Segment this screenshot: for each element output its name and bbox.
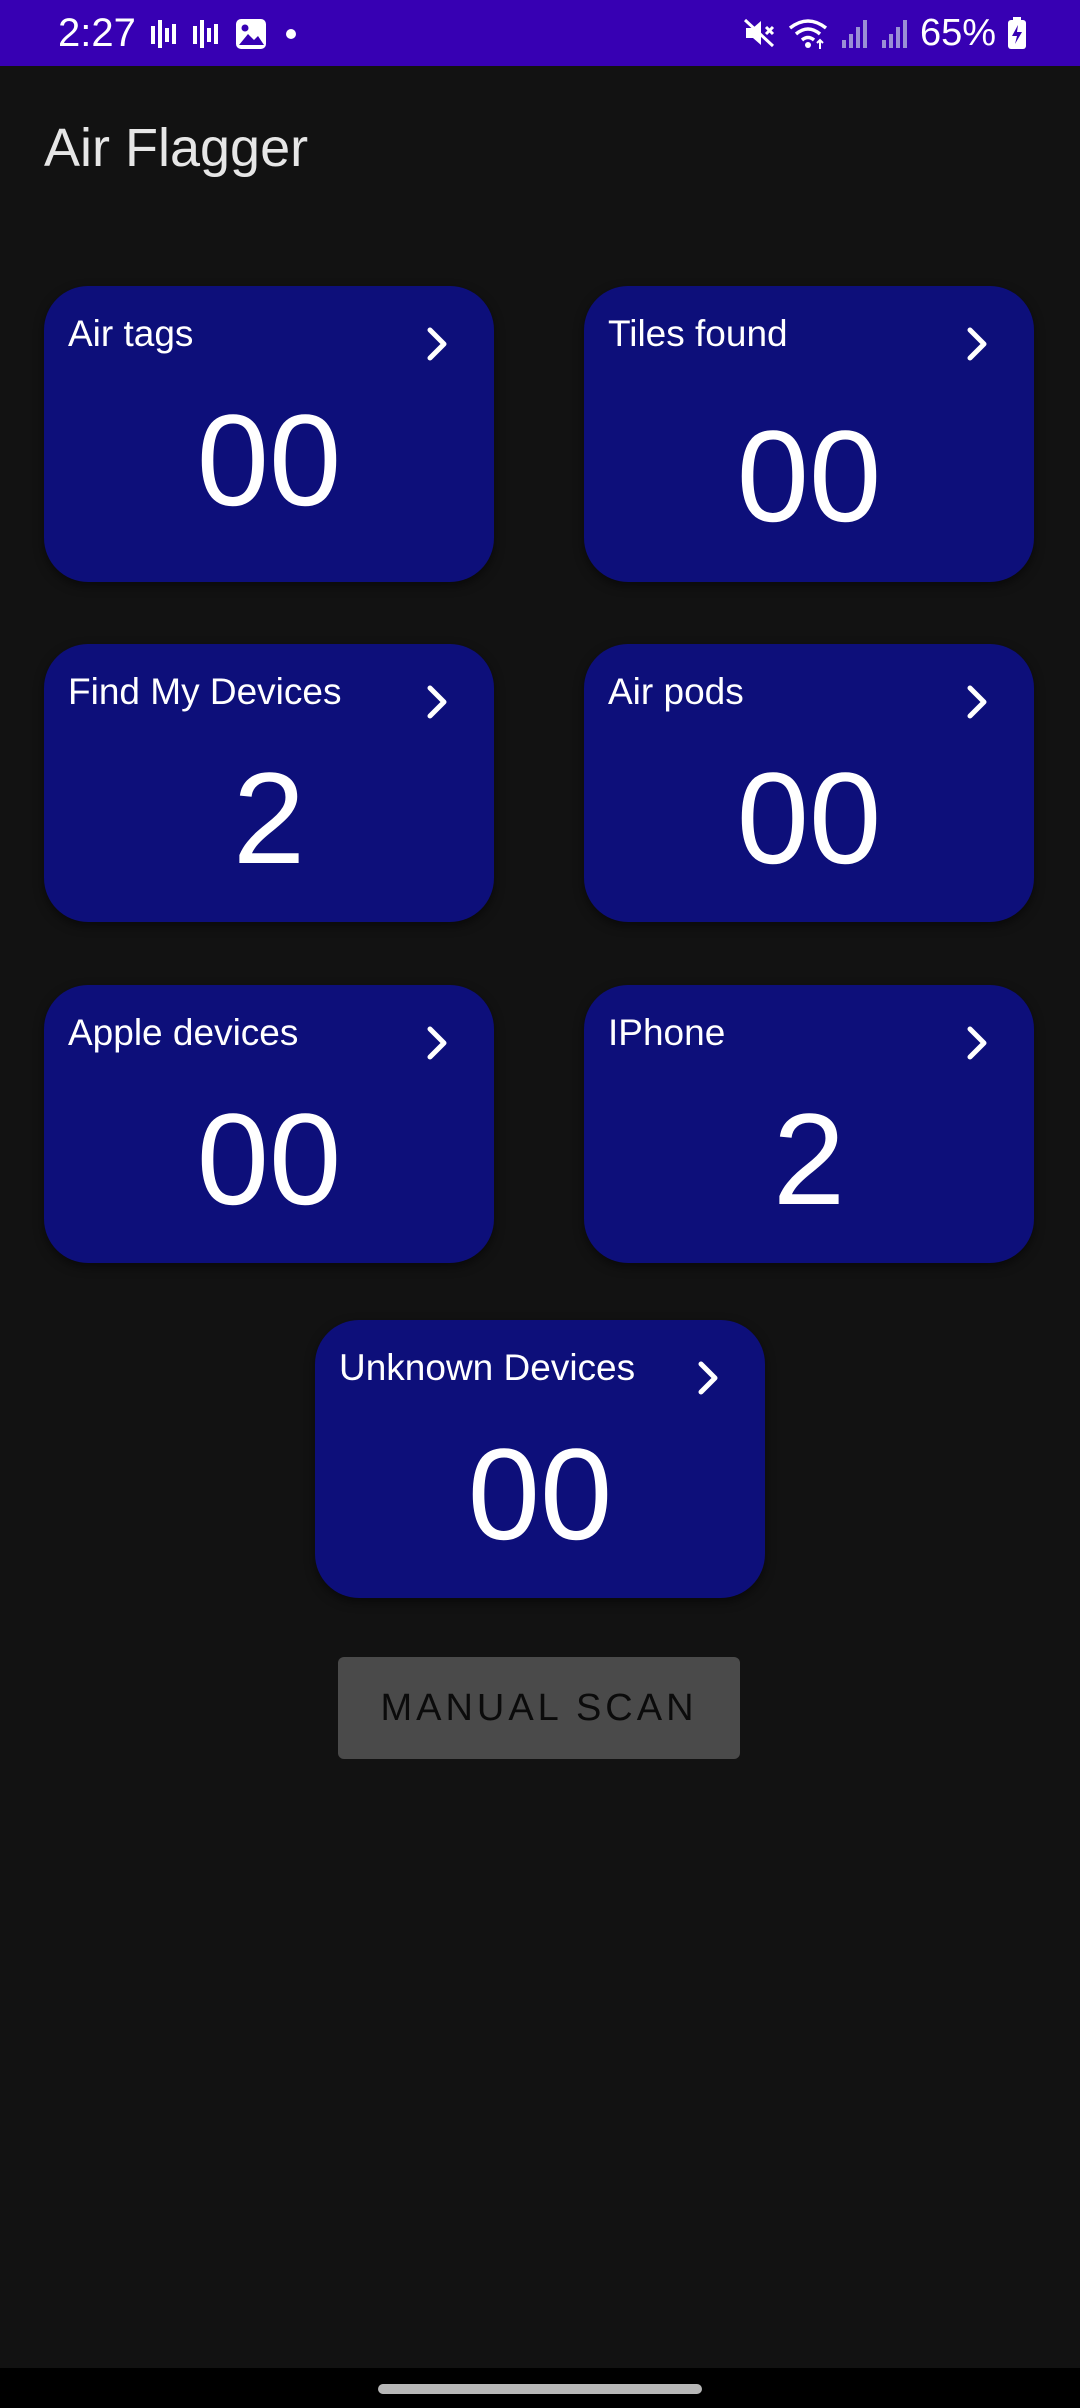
card-find-my-devices[interactable]: Find My Devices 2 — [44, 644, 494, 922]
card-label: Air tags — [68, 313, 194, 354]
chevron-right-icon — [427, 327, 447, 361]
card-air-tags[interactable]: Air tags 00 — [44, 286, 494, 582]
card-air-pods[interactable]: Air pods 00 — [584, 644, 1034, 922]
home-gesture-handle[interactable] — [378, 2384, 702, 2394]
card-tiles-found[interactable]: Tiles found 00 — [584, 286, 1034, 582]
card-apple-devices[interactable]: Apple devices 00 — [44, 985, 494, 1263]
chevron-right-icon — [967, 1026, 987, 1060]
gallery-icon — [236, 19, 266, 49]
chevron-right-icon — [698, 1361, 718, 1395]
card-label: Apple devices — [68, 1012, 299, 1053]
chevron-right-icon — [967, 685, 987, 719]
manual-scan-button[interactable]: MANUAL SCAN — [338, 1657, 740, 1759]
battery-charging-icon — [1008, 17, 1026, 49]
card-count: 00 — [736, 403, 882, 549]
card-iphone[interactable]: IPhone 2 — [584, 985, 1034, 1263]
mute-icon — [743, 18, 774, 48]
chevron-right-icon — [427, 685, 447, 719]
signal-bars-icon — [151, 20, 176, 48]
status-bar: 2:27 65% — [0, 0, 1080, 66]
status-notification-icons — [150, 16, 300, 52]
card-count: 00 — [736, 745, 882, 891]
signal-bars-icon — [193, 20, 218, 48]
card-count: 2 — [232, 745, 306, 891]
chevron-right-icon — [967, 327, 987, 361]
card-label: Unknown Devices — [339, 1347, 636, 1388]
card-label: Air pods — [608, 671, 744, 712]
app-title: Air Flagger — [44, 118, 309, 178]
card-count: 00 — [196, 387, 342, 533]
screen: 2:27 65% Air Flagger Air tags 00 Tiles f… — [0, 0, 1080, 2408]
card-count: 00 — [467, 1421, 613, 1567]
card-count: 2 — [772, 1086, 846, 1232]
status-time: 2:27 — [58, 11, 136, 55]
navigation-bar — [0, 2368, 1080, 2408]
card-unknown-devices[interactable]: Unknown Devices 00 — [315, 1320, 765, 1598]
dot-icon — [286, 29, 296, 39]
wifi-icon — [788, 19, 828, 49]
cell-signal-icon — [841, 20, 867, 48]
card-label: IPhone — [608, 1012, 726, 1053]
status-system-icons: 65% — [742, 10, 1028, 56]
cell-signal-icon — [881, 20, 907, 48]
card-label: Find My Devices — [68, 671, 342, 712]
battery-percentage: 65% — [919, 12, 996, 54]
card-count: 00 — [196, 1086, 342, 1232]
chevron-right-icon — [427, 1026, 447, 1060]
card-label: Tiles found — [608, 313, 788, 354]
